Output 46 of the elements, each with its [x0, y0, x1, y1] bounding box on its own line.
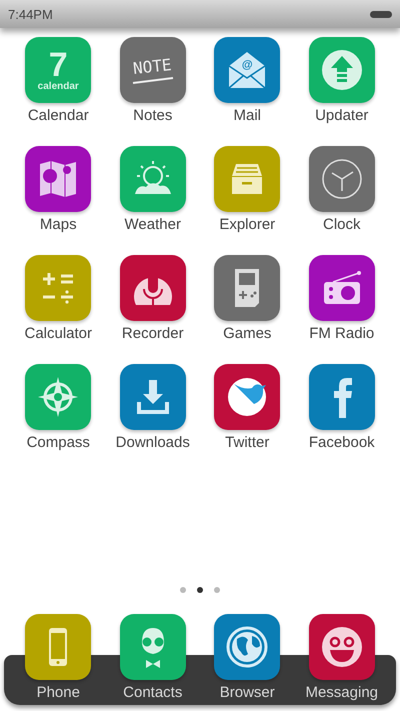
underline-icon [130, 76, 175, 84]
app-label: Mail [233, 106, 261, 126]
at-sign: @ [240, 59, 254, 71]
app-icon[interactable] [120, 255, 186, 321]
app-label: Contacts [123, 683, 182, 703]
app-icon[interactable] [214, 364, 280, 430]
calendar-day: 7 [48, 48, 68, 82]
app-icon[interactable] [308, 146, 375, 212]
page-dot[interactable] [180, 587, 186, 593]
app-label: Notes [133, 106, 172, 126]
app-icon[interactable] [120, 614, 186, 680]
app-icon[interactable] [25, 146, 92, 212]
app-label: Clock [322, 215, 360, 235]
app-label: Messaging [305, 683, 378, 703]
app-label: Facebook [308, 433, 375, 453]
app-label: Weather [124, 215, 181, 235]
app-label: Twitter [225, 433, 270, 453]
app-label: Updater [315, 106, 368, 126]
app-label: Browser [220, 683, 275, 703]
app-label: Downloads [116, 433, 190, 453]
globe-icon [224, 624, 270, 670]
app-label: Phone [36, 683, 80, 703]
app-label: Games [223, 324, 272, 344]
app-label: Recorder [122, 324, 184, 344]
app-icon[interactable] [25, 614, 92, 680]
page-dot[interactable] [197, 587, 203, 593]
note-caption: NOTE [132, 54, 173, 78]
battery-icon [370, 10, 392, 18]
app-icon[interactable] [308, 614, 375, 680]
app-icon[interactable] [214, 255, 280, 321]
app-icon[interactable]: @ [214, 37, 280, 103]
app-icon[interactable] [308, 255, 375, 321]
app-icon[interactable]: 7 calendar [25, 37, 92, 103]
app-label: Calculator [24, 324, 92, 344]
app-icon[interactable]: NOTE [120, 37, 186, 103]
app-label: Calendar [28, 106, 89, 126]
app-label: FM Radio [309, 324, 374, 344]
app-icon[interactable] [120, 364, 186, 430]
app-label: Explorer [219, 215, 276, 235]
app-icon[interactable] [308, 364, 375, 430]
app-label: Maps [40, 215, 77, 235]
page-dot[interactable] [214, 587, 220, 593]
status-time: 7:44PM [8, 6, 53, 22]
app-label: Compass [26, 433, 90, 453]
calendar-caption: calendar [38, 82, 79, 92]
app-icon[interactable] [214, 614, 280, 680]
